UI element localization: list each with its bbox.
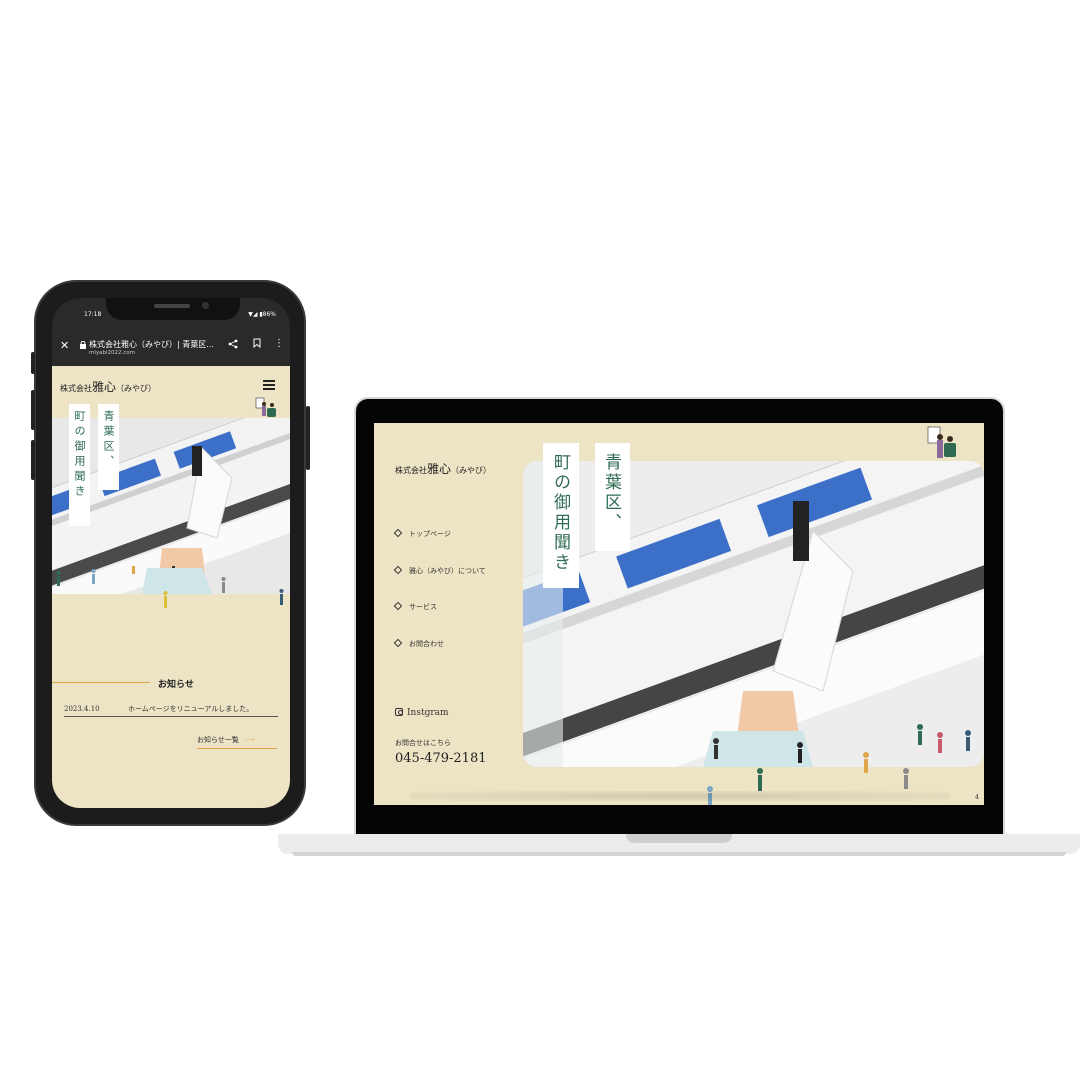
speaker-grille — [154, 304, 190, 308]
phone-screen: 17:18 ▼◢ ▮86% ✕ 株式会社雅心（みやび）| 青葉区... miya… — [52, 298, 290, 808]
nav-label: 雅心（みやび）について — [409, 566, 486, 575]
logo-suffix: （みやび） — [451, 466, 492, 475]
phone-power-button — [306, 406, 310, 470]
phone-web-page: 株式会社雅心（みやび） 青葉区、 町の御用聞き お知らせ 2023.4.10 ホ… — [52, 366, 290, 808]
site-logo[interactable]: 株式会社雅心（みやび） — [60, 378, 156, 395]
news-heading: お知らせ — [158, 680, 194, 690]
news-text: ホームページをリニューアルしました。 — [128, 705, 254, 713]
phone-mute-button — [31, 352, 35, 374]
page-number: 4 — [975, 794, 979, 801]
instagram-icon — [395, 707, 403, 716]
share-icon[interactable] — [228, 339, 238, 352]
logo-prefix: 株式会社 — [395, 466, 427, 475]
instagram-label: Instgram — [407, 708, 449, 718]
news-list-link[interactable]: お知らせ一覧 ⟶ — [197, 735, 277, 749]
logo-suffix: （みやび） — [116, 384, 157, 393]
lock-icon — [80, 340, 86, 351]
logo-main: 雅心 — [427, 462, 452, 476]
front-camera — [202, 302, 209, 309]
smartphone-mockup: 17:18 ▼◢ ▮86% ✕ 株式会社雅心（みやび）| 青葉区... miya… — [31, 280, 310, 826]
news-item[interactable]: 2023.4.10 ホームページをリニューアルしました。 — [64, 704, 278, 717]
corner-illustration — [255, 397, 276, 417]
people-illustration — [56, 566, 284, 608]
nav-label: トップページ — [409, 530, 451, 538]
news-title-line — [52, 682, 150, 683]
page-title-tab[interactable]: 株式会社雅心（みやび）| 青葉区... — [89, 339, 217, 350]
hero-vertical-text-2: 町の御用聞き — [543, 443, 579, 588]
logo-prefix: 株式会社 — [60, 384, 92, 393]
more-options-icon[interactable]: ⋮ — [274, 338, 284, 349]
laptop-hinge-notch — [626, 834, 732, 843]
diamond-icon — [393, 638, 403, 647]
browser-toolbar: ✕ 株式会社雅心（みやび）| 青葉区... miyabi2022.com ⋮ — [52, 328, 290, 366]
status-time: 17:18 — [84, 311, 102, 318]
status-indicators: ▼◢ ▮86% — [248, 311, 276, 318]
hamburger-menu-icon[interactable] — [263, 380, 275, 390]
laptop-web-page: 株式会社雅心（みやび） トップページ 雅心（みやび）について サービス お問合わ… — [374, 423, 984, 805]
nav-label: サービス — [409, 603, 437, 611]
contact-label: お問合せはこちら — [395, 739, 451, 747]
nav-item-service[interactable]: サービス — [393, 601, 486, 639]
phone-volume-down-button — [31, 440, 35, 480]
phone-number[interactable]: 045-479-2181 — [395, 751, 487, 766]
hero-vertical-text-1: 青葉区、 — [595, 443, 630, 551]
bottom-shadow — [410, 791, 950, 801]
instagram-link[interactable]: Instgram — [395, 707, 449, 718]
bookmark-icon[interactable] — [253, 338, 261, 351]
news-date: 2023.4.10 — [64, 705, 100, 713]
hero-vertical-text-2: 町の御用聞き — [69, 404, 90, 526]
phone-volume-up-button — [31, 390, 35, 430]
logo-main: 雅心 — [92, 380, 117, 394]
nav-item-top[interactable]: トップページ — [393, 528, 486, 566]
corner-illustration — [927, 426, 956, 458]
close-icon[interactable]: ✕ — [60, 339, 69, 352]
news-more-label: お知らせ一覧 — [197, 736, 239, 744]
diamond-icon — [393, 528, 403, 538]
nav-item-about[interactable]: 雅心（みやび）について — [393, 565, 486, 603]
diamond-icon — [393, 565, 403, 574]
url-text[interactable]: miyabi2022.com — [89, 350, 135, 356]
phone-notch — [106, 298, 240, 320]
side-navigation: トップページ 雅心（みやび）について サービス お問合わせ — [393, 528, 486, 676]
site-logo[interactable]: 株式会社雅心（みやび） — [395, 460, 491, 477]
laptop-base-shadow — [292, 852, 1066, 856]
nav-label: お問合わせ — [409, 639, 444, 648]
diamond-icon — [393, 601, 403, 611]
arrow-right-icon: ⟶ — [244, 736, 255, 744]
nav-item-contact[interactable]: お問合わせ — [393, 638, 486, 676]
hero-vertical-text-1: 青葉区、 — [98, 404, 119, 490]
